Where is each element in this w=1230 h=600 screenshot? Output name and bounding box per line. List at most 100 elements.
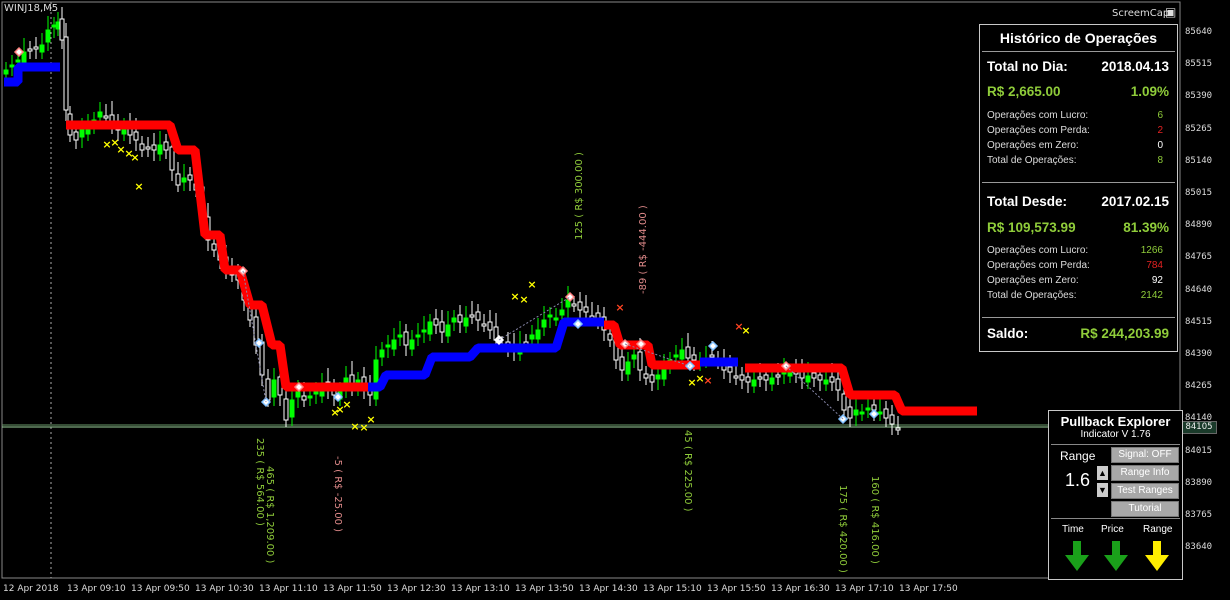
tutorial-button[interactable]: Tutorial: [1111, 501, 1179, 517]
y-axis-tick-label: 85015: [1185, 188, 1213, 198]
candle-body: [769, 377, 775, 385]
range-info-button[interactable]: Range Info: [1111, 465, 1179, 481]
since-date: 2017.02.15: [1101, 194, 1169, 209]
row-label: Total de Operações:: [987, 155, 1077, 166]
candle-body: [15, 59, 21, 63]
range-decrease-icon[interactable]: ▼: [1097, 483, 1108, 497]
trade-entry-marker: [707, 340, 719, 352]
x-axis-tick-label: 13 Apr 15:10: [643, 584, 702, 594]
candle-body: [175, 173, 181, 186]
row-value: 92: [1151, 275, 1163, 286]
x-axis-tick-label: 13 Apr 16:30: [771, 584, 830, 594]
x-axis-tick-label: 13 Apr 11:50: [323, 584, 382, 594]
exit-marker: ×: [703, 374, 712, 387]
candle-body: [637, 351, 643, 371]
symbol-label: WINJ18,M5: [4, 3, 59, 14]
x-axis-tick-label: 13 Apr 12:30: [387, 584, 446, 594]
y-axis-tick-label: 83640: [1185, 542, 1213, 553]
candle-body: [817, 374, 823, 381]
candle-body: [571, 303, 577, 307]
range-arrow-down-icon: [1145, 541, 1169, 571]
y-axis-tick-label: 84515: [1185, 316, 1213, 327]
candle-body: [661, 367, 667, 380]
candle-body: [751, 379, 757, 387]
y-axis-tick-label: 85515: [1185, 59, 1213, 70]
since-percent: 81.39%: [1123, 220, 1169, 235]
signal-marker: ×: [350, 420, 359, 433]
candle-body: [211, 243, 217, 251]
trade-result-label: -5 ( R$ -25.00 ): [332, 456, 343, 533]
candle-body: [607, 333, 613, 341]
candle-body: [733, 375, 739, 379]
candle-body: [487, 321, 493, 331]
history-row: Operações em Zero: 0: [987, 140, 1169, 151]
row-label: Operações com Perda:: [987, 260, 1090, 271]
row-value: 784: [1146, 260, 1163, 271]
candle-body: [427, 321, 433, 335]
x-axis-tick-label: 13 Apr 09:10: [67, 584, 126, 594]
x-axis-tick-label: 13 Apr 11:10: [259, 584, 318, 594]
history-row: Operações com Perda: 2: [987, 125, 1169, 136]
y-axis-tick-label: 83765: [1185, 510, 1213, 520]
trailing-band: [368, 317, 604, 392]
row-value: 0: [1157, 140, 1163, 151]
trade-result-label: 125 ( R$ 300.00 ): [574, 152, 585, 240]
screemcap-label[interactable]: ScreemCap: [1112, 8, 1169, 19]
candle-body: [33, 46, 39, 50]
candle-body: [271, 379, 277, 398]
y-axis-tick-label: 84640: [1185, 284, 1213, 295]
x-axis-tick-label: 12 Apr 2018: [3, 584, 59, 594]
divider: [1051, 518, 1180, 519]
candle-body: [529, 334, 535, 340]
candle-body: [27, 48, 33, 52]
candle-body: [823, 379, 829, 385]
y-axis-tick-label: 84765: [1185, 252, 1213, 263]
signal-marker: ×: [330, 406, 339, 419]
candle-body: [391, 339, 397, 350]
day-amount: R$ 2,665.00: [987, 84, 1061, 99]
candle-body: [709, 354, 715, 358]
since-amount: R$ 109,573.99: [987, 220, 1076, 235]
signal-marker: ×: [510, 290, 519, 303]
x-axis-tick-label: 13 Apr 09:50: [131, 584, 190, 594]
trade-entry-marker: [868, 408, 880, 420]
candle-body: [841, 393, 847, 411]
trade-result-label: 465 ( R$ 1,209.00 ): [264, 466, 275, 564]
signal-marker: ×: [519, 293, 528, 306]
time-label: Time: [1062, 524, 1084, 535]
divider: [982, 51, 1175, 52]
candle-body: [169, 146, 175, 171]
pullback-subtitle: Indicator V 1.76: [1080, 429, 1151, 440]
camera-icon[interactable]: ▣: [1165, 5, 1179, 19]
signal-button[interactable]: Signal: OFF: [1111, 447, 1179, 463]
candle-body: [307, 395, 313, 399]
candle-body: [655, 374, 661, 380]
test-ranges-button[interactable]: Test Ranges: [1111, 483, 1179, 499]
exit-marker: ×: [734, 320, 743, 333]
row-label: Operações em Zero:: [987, 140, 1079, 151]
candle-body: [745, 376, 751, 383]
x-axis-tick-label: 13 Apr 17:10: [835, 584, 894, 594]
history-row: Total de Operações: 2142: [987, 290, 1169, 301]
y-axis-tick-label: 83890: [1185, 477, 1213, 488]
candle-body: [433, 318, 439, 326]
y-axis-tick-label: 85140: [1185, 155, 1213, 166]
divider: [1051, 444, 1180, 445]
y-axis-tick-label: 85390: [1185, 91, 1213, 102]
candle-body: [811, 372, 817, 379]
range-value: 1.6: [1065, 470, 1091, 490]
candle-body: [103, 115, 109, 119]
candle-body: [55, 21, 61, 30]
candle-body: [439, 321, 445, 333]
candle-body: [463, 317, 469, 327]
balance-label: Saldo:: [987, 326, 1029, 341]
candle-body: [301, 395, 307, 401]
range-increase-icon[interactable]: ▲: [1097, 466, 1108, 480]
candle-body: [283, 398, 289, 421]
trade-result-label: -89 ( R$ -444.00 ): [638, 205, 649, 294]
candle-body: [139, 143, 145, 151]
candle-body: [295, 391, 301, 398]
candle-body: [51, 24, 57, 28]
candle-body: [757, 376, 763, 380]
candle-body: [727, 366, 733, 373]
